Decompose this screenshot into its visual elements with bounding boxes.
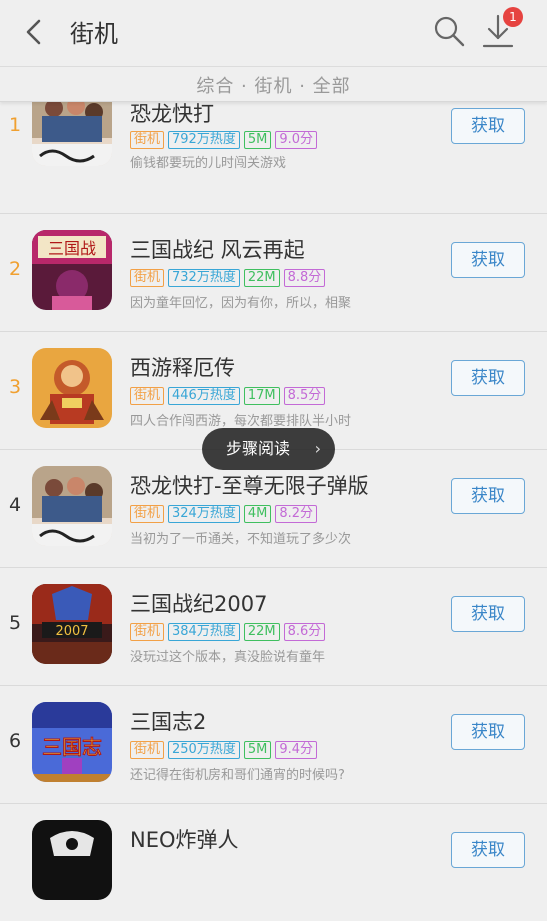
heat-tag: 324万热度	[168, 505, 240, 523]
app-name: 恐龙快打-至尊无限子弹版	[130, 474, 369, 498]
category-tag: 街机	[130, 505, 165, 523]
svg-text:三国战: 三国战	[48, 239, 96, 258]
score-tag: 8.2分	[275, 505, 318, 523]
size-tag: 5M	[243, 131, 272, 149]
get-button[interactable]: 获取	[451, 714, 525, 750]
svg-text:三国志: 三国志	[42, 735, 102, 759]
top-nav-bar: 街机 1	[0, 0, 547, 67]
search-icon	[434, 16, 465, 47]
category-tag: 街机	[130, 387, 165, 405]
toast-label: 步骤阅读	[226, 439, 291, 458]
rank-number: 5	[8, 612, 22, 634]
category-tag: 街机	[130, 741, 165, 759]
heat-tag: 732万热度	[168, 269, 240, 287]
app-name: 恐龙快打	[130, 102, 214, 126]
app-tags: 街机 446万热度 17M 8.5分	[130, 384, 329, 405]
step-reading-toast[interactable]: 步骤阅读 ›	[202, 428, 335, 470]
app-description: 没玩过这个版本，真没脸说有童年	[130, 650, 326, 665]
app-description: 还记得在街机房和哥们通宵的时候吗?	[130, 768, 345, 783]
score-tag: 8.6分	[283, 623, 326, 641]
size-tag: 5M	[243, 741, 272, 759]
size-tag: 4M	[243, 505, 272, 523]
app-tags: 街机 732万热度 22M 8.8分	[130, 266, 329, 287]
filter-breadcrumb[interactable]: 综合 · 街机 · 全部	[0, 67, 547, 102]
score-tag: 8.5分	[283, 387, 326, 405]
app-icon-image	[32, 348, 112, 428]
download-count-badge: 1	[503, 7, 523, 27]
chevron-right-icon: ›	[314, 439, 321, 458]
get-button[interactable]: 获取	[451, 108, 525, 144]
app-description: 四人合作闯西游，每次都要排队半小时	[130, 414, 352, 429]
size-tag: 22M	[243, 269, 280, 287]
app-icon-image: 三国志	[32, 702, 112, 782]
size-tag: 17M	[243, 387, 280, 405]
get-button[interactable]: 获取	[451, 360, 525, 396]
rank-number: 1	[8, 114, 22, 136]
app-name: 三国战纪2007	[130, 592, 268, 616]
back-button[interactable]	[20, 16, 50, 48]
get-button[interactable]: 获取	[451, 832, 525, 868]
heat-tag: 250万热度	[168, 741, 240, 759]
list-item[interactable]: NEO炸弹人 获取	[0, 804, 547, 921]
app-name: NEO炸弹人	[130, 828, 239, 852]
app-icon-image: 三国战	[32, 230, 112, 310]
list-item[interactable]: 5 2007 三国战纪2007 街机 384万热度 22M 8.6分 没玩过这个版本，…	[0, 568, 547, 686]
category-tag: 街机	[130, 131, 165, 149]
score-tag: 9.4分	[275, 741, 318, 759]
get-button[interactable]: 获取	[451, 596, 525, 632]
search-button[interactable]	[432, 14, 466, 48]
score-tag: 9.0分	[275, 131, 318, 149]
app-icon-image	[32, 466, 112, 546]
app-tags: 街机 324万热度 4M 8.2分	[130, 502, 321, 523]
app-tags: 街机 250万热度 5M 9.4分	[130, 738, 321, 759]
app-list: 1 恐龙快打 街机 792万热度 5M 9.0分 偷钱都要玩的儿时闯关游戏 获取 2 …	[0, 86, 547, 921]
size-tag: 22M	[243, 623, 280, 641]
app-name: 三国志2	[130, 710, 207, 734]
app-description: 偷钱都要玩的儿时闯关游戏	[130, 156, 287, 171]
rank-number: 6	[8, 730, 22, 752]
filter-text: 综合 · 街机 · 全部	[196, 76, 351, 97]
app-tags: 街机 792万热度 5M 9.0分	[130, 128, 321, 149]
get-button[interactable]: 获取	[451, 478, 525, 514]
heat-tag: 446万热度	[168, 387, 240, 405]
score-tag: 8.8分	[283, 269, 326, 287]
list-item[interactable]: 2 三国战 三国战纪 风云再起 街机 732万热度 22M 8.8分 因为童年回忆，因…	[0, 214, 547, 332]
chevron-left-icon	[26, 19, 41, 45]
app-description: 当初为了一币通关，不知道玩了多少次	[130, 532, 352, 547]
rank-number: 2	[8, 258, 22, 280]
app-tags: 街机 384万热度 22M 8.6分	[130, 620, 329, 641]
rank-number: 3	[8, 376, 22, 398]
app-icon-image: 2007	[32, 584, 112, 664]
app-description: 因为童年回忆，因为有你，所以，相聚	[130, 296, 352, 311]
heat-tag: 792万热度	[168, 131, 240, 149]
list-item[interactable]: 1 恐龙快打 街机 792万热度 5M 9.0分 偷钱都要玩的儿时闯关游戏 获取	[0, 86, 547, 214]
page-title: 街机	[70, 20, 118, 48]
app-name: 西游释厄传	[130, 356, 235, 380]
svg-text:2007: 2007	[55, 624, 88, 639]
app-name: 三国战纪 风云再起	[130, 238, 305, 262]
app-icon-image	[32, 820, 112, 900]
category-tag: 街机	[130, 269, 165, 287]
heat-tag: 384万热度	[168, 623, 240, 641]
category-tag: 街机	[130, 623, 165, 641]
list-item[interactable]: 6 三国志 三国志2 街机 250万热度 5M 9.4分 还记得在街机房和哥们通宵的时…	[0, 686, 547, 804]
rank-number: 4	[8, 494, 22, 516]
get-button[interactable]: 获取	[451, 242, 525, 278]
